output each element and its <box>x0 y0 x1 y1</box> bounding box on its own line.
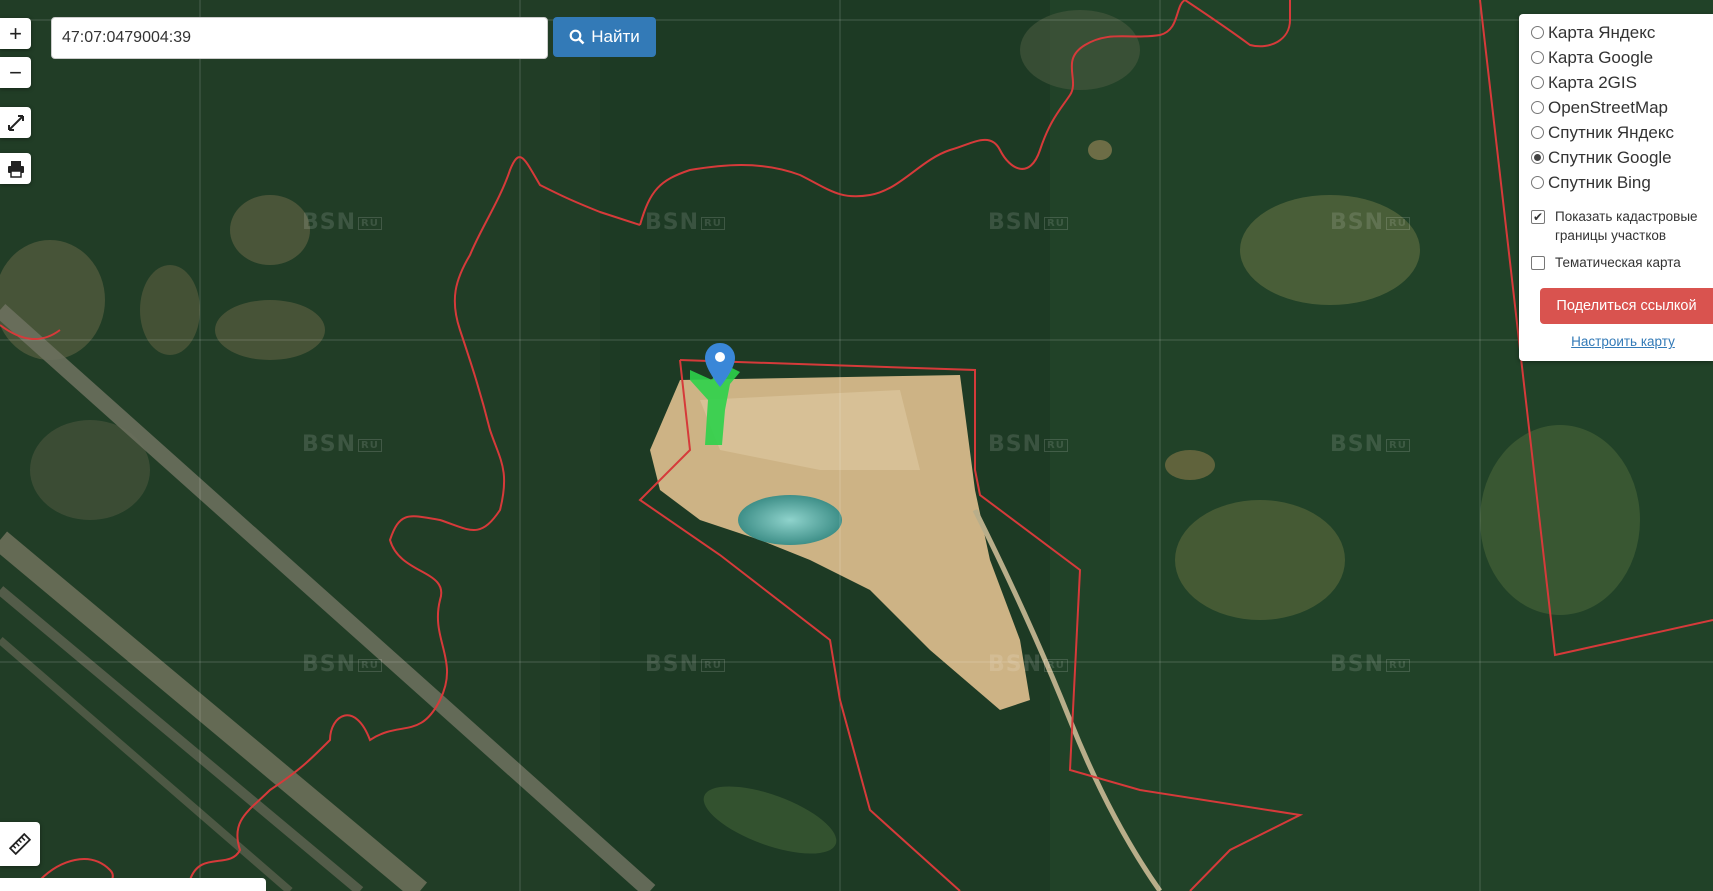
radio-icon[interactable] <box>1531 101 1544 114</box>
layer-option-openstreetmap[interactable]: OpenStreetMap <box>1519 95 1713 120</box>
share-link-button[interactable]: Поделиться ссылкой <box>1540 288 1713 324</box>
layer-option-google-map[interactable]: Карта Google <box>1519 45 1713 70</box>
radio-icon[interactable] <box>1531 176 1544 189</box>
zoom-out-button[interactable]: − <box>0 57 31 88</box>
checkbox-icon[interactable] <box>1531 256 1545 270</box>
layer-option-bing-satellite[interactable]: Спутник Bing <box>1519 170 1713 195</box>
zoom-in-button[interactable]: + <box>0 18 31 49</box>
layer-option-2gis-map[interactable]: Карта 2GIS <box>1519 70 1713 95</box>
expand-icon <box>7 114 24 131</box>
satellite-map[interactable]: BSN RU BSN RU BSN RU BSN RU BSN RU BSN RU BSN R… <box>0 0 1713 891</box>
radio-icon[interactable] <box>1531 26 1544 39</box>
clearing <box>1480 425 1640 615</box>
search-button[interactable]: Найти <box>553 17 656 57</box>
search-icon <box>569 29 585 45</box>
map-pin-icon[interactable] <box>705 343 735 387</box>
ruler-button[interactable] <box>0 822 40 866</box>
clearing <box>1175 500 1345 620</box>
fullscreen-button[interactable] <box>0 107 31 138</box>
configure-map-link[interactable]: Настроить карту <box>1519 334 1713 349</box>
quarry-lake <box>738 495 842 545</box>
layer-option-yandex-satellite[interactable]: Спутник Яндекс <box>1519 120 1713 145</box>
layer-switcher-panel: Карта Яндекс Карта Google Карта 2GIS Ope… <box>1519 14 1713 361</box>
radio-icon[interactable] <box>1531 126 1544 139</box>
checkbox-checked-icon[interactable]: ✔ <box>1531 210 1545 224</box>
radio-icon[interactable] <box>1531 76 1544 89</box>
print-button[interactable] <box>0 153 31 184</box>
printer-icon <box>7 160 24 178</box>
layer-option-yandex-map[interactable]: Карта Яндекс <box>1519 20 1713 45</box>
search-input[interactable] <box>51 17 548 59</box>
map-layer <box>0 0 1713 891</box>
radio-icon[interactable] <box>1531 51 1544 64</box>
radio-selected-icon[interactable] <box>1531 151 1544 164</box>
layer-option-google-satellite[interactable]: Спутник Google <box>1519 145 1713 170</box>
cadastral-boundaries-toggle[interactable]: ✔ Показать кадастровые границы участков <box>1519 207 1713 245</box>
info-panel-edge <box>0 878 266 891</box>
ruler-icon <box>9 833 31 855</box>
thematic-map-toggle[interactable]: Тематическая карта <box>1519 253 1713 272</box>
